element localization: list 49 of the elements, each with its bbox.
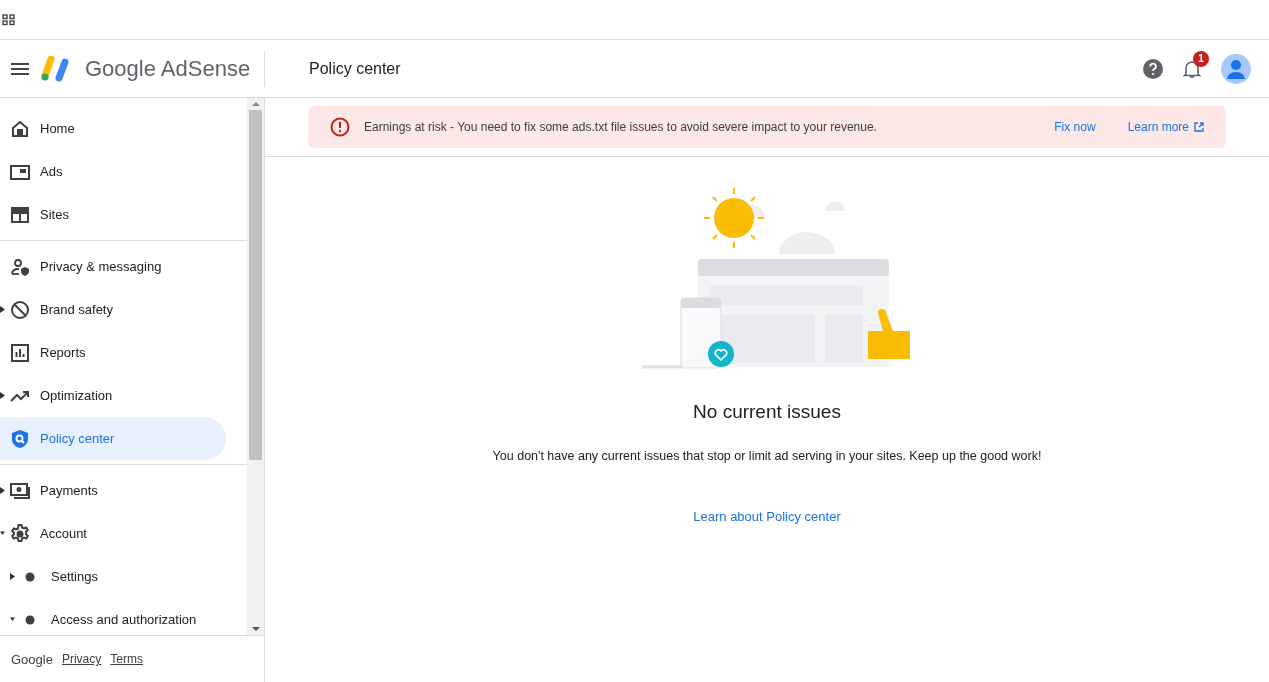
block-icon bbox=[10, 299, 30, 320]
nav-subitem[interactable]: Settings bbox=[0, 555, 227, 598]
empty-state-title: No current issues bbox=[693, 401, 841, 423]
nav-item[interactable]: Privacy & messaging bbox=[0, 245, 227, 288]
scrollbar[interactable] bbox=[247, 98, 264, 635]
nav-item[interactable]: Payments bbox=[0, 469, 227, 512]
scroll-up-icon[interactable] bbox=[251, 101, 260, 107]
help-icon[interactable] bbox=[1143, 58, 1163, 79]
product-name: Google AdSense bbox=[85, 55, 251, 82]
learn-about-link[interactable]: Learn about Policy center bbox=[693, 509, 841, 524]
footer-link[interactable]: Terms bbox=[110, 652, 143, 666]
notification-badge: 1 bbox=[1193, 50, 1209, 67]
bell-icon[interactable] bbox=[1183, 58, 1201, 79]
menu-icon[interactable] bbox=[11, 62, 29, 75]
nav-item[interactable]: Ads bbox=[0, 150, 227, 193]
caret-icon[interactable] bbox=[0, 392, 5, 399]
caret-icon[interactable] bbox=[0, 530, 5, 537]
nav-item[interactable]: Home bbox=[0, 107, 227, 150]
apps-grid-icon[interactable] bbox=[2, 13, 16, 26]
nav-item[interactable]: Policy center bbox=[0, 417, 227, 460]
home-icon bbox=[10, 118, 30, 139]
footer-brand: Google bbox=[11, 651, 53, 667]
privacy-icon bbox=[10, 256, 30, 277]
bullet-icon bbox=[25, 571, 35, 582]
caret-icon[interactable] bbox=[0, 487, 5, 494]
caret-icon[interactable] bbox=[0, 306, 5, 313]
nav-item[interactable]: Optimization bbox=[0, 374, 227, 417]
bullet-icon bbox=[25, 614, 35, 625]
alert-message: Earnings at risk - You need to fix some ads.txt file issues to avoid severe impact to your revenue. bbox=[364, 120, 878, 134]
page-title: Policy center bbox=[309, 59, 401, 78]
error-icon bbox=[330, 117, 350, 137]
caret-icon[interactable] bbox=[10, 616, 15, 623]
nav-subitem[interactable]: Access and authorization bbox=[0, 598, 227, 635]
policy-icon bbox=[10, 428, 30, 449]
learn-more-link[interactable]: Learn more bbox=[1127, 120, 1204, 134]
nav-item[interactable]: Sites bbox=[0, 193, 227, 236]
nav-item[interactable]: Brand safety bbox=[0, 288, 227, 331]
payments-icon bbox=[10, 480, 30, 501]
gear-icon bbox=[10, 523, 30, 544]
external-link-icon bbox=[1194, 122, 1204, 132]
fix-now-link[interactable]: Fix now bbox=[1054, 120, 1096, 134]
scroll-down-icon[interactable] bbox=[251, 626, 260, 632]
caret-icon[interactable] bbox=[10, 573, 15, 580]
footer-link[interactable]: Privacy bbox=[61, 652, 102, 666]
nav-item[interactable]: Reports bbox=[0, 331, 227, 374]
empty-state-message: You don't have any current issues that stop or limit ad serving in your sites. Keep up the good work! bbox=[492, 449, 1042, 463]
avatar-icon[interactable] bbox=[1221, 53, 1251, 84]
nav-item[interactable]: Account bbox=[0, 512, 227, 555]
reports-icon bbox=[10, 342, 30, 363]
